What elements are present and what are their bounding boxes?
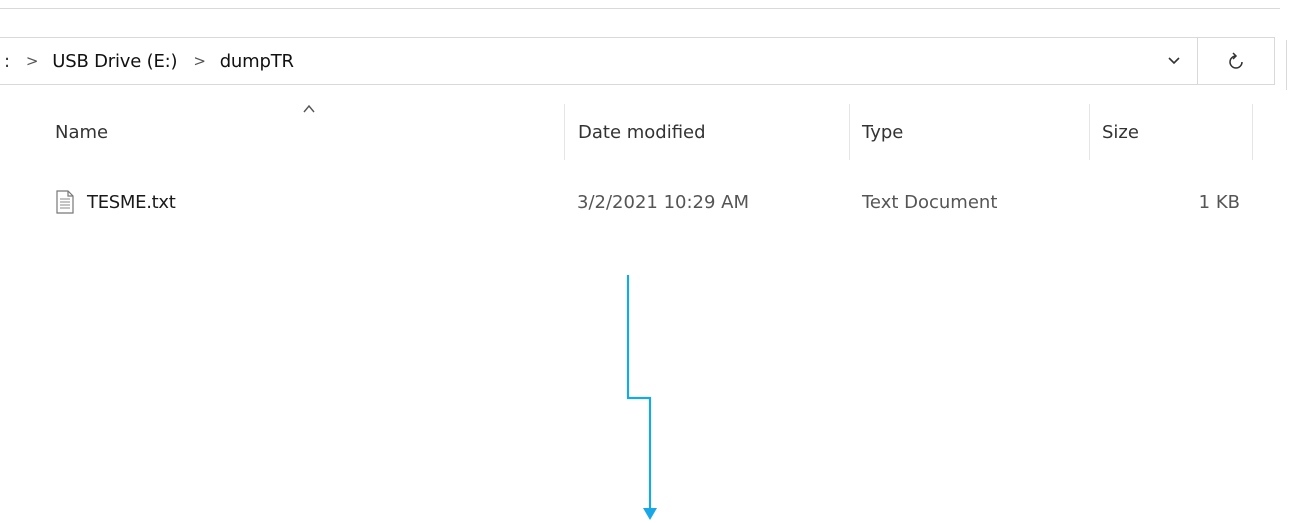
refresh-button[interactable] [1198, 38, 1274, 84]
breadcrumb-separator[interactable]: > [193, 52, 206, 70]
breadcrumb[interactable]: : > USB Drive (E:) > dumpTR [0, 38, 294, 84]
column-header-size[interactable]: Size [1089, 104, 1253, 160]
column-header-name[interactable]: Name [40, 104, 564, 160]
search-box-edge [1286, 40, 1287, 90]
file-name: TESME.txt [87, 191, 176, 213]
column-header-type[interactable]: Type [849, 104, 1089, 160]
file-type: Text Document [862, 191, 998, 213]
column-header-size-label: Size [1102, 121, 1139, 143]
breadcrumb-usb-drive[interactable]: USB Drive (E:) [52, 51, 177, 72]
column-header-date-modified[interactable]: Date modified [564, 104, 849, 160]
file-explorer-window: : > USB Drive (E:) > dumpTR Name Date mo… [0, 0, 1291, 523]
refresh-icon [1229, 52, 1243, 69]
breadcrumb-separator[interactable]: > [26, 52, 39, 70]
top-divider [0, 8, 1280, 9]
text-file-icon [56, 190, 74, 214]
address-bar[interactable]: : > USB Drive (E:) > dumpTR [0, 37, 1275, 85]
column-header-type-label: Type [862, 121, 904, 143]
file-date-modified: 3/2/2021 10:29 AM [577, 191, 750, 213]
column-header-date-label: Date modified [578, 121, 706, 143]
file-name-cell[interactable]: TESME.txt [55, 178, 176, 226]
breadcrumb-dumptr[interactable]: dumpTR [220, 51, 294, 72]
file-row[interactable]: TESME.txt 3/2/2021 10:29 AM Text Documen… [40, 178, 1253, 226]
address-history-button[interactable] [1150, 38, 1198, 84]
column-header-name-label: Name [55, 121, 109, 143]
breadcrumb-fragment[interactable]: : [4, 51, 10, 72]
file-size: 1 KB [1198, 191, 1240, 213]
chevron-down-icon [1167, 57, 1180, 65]
